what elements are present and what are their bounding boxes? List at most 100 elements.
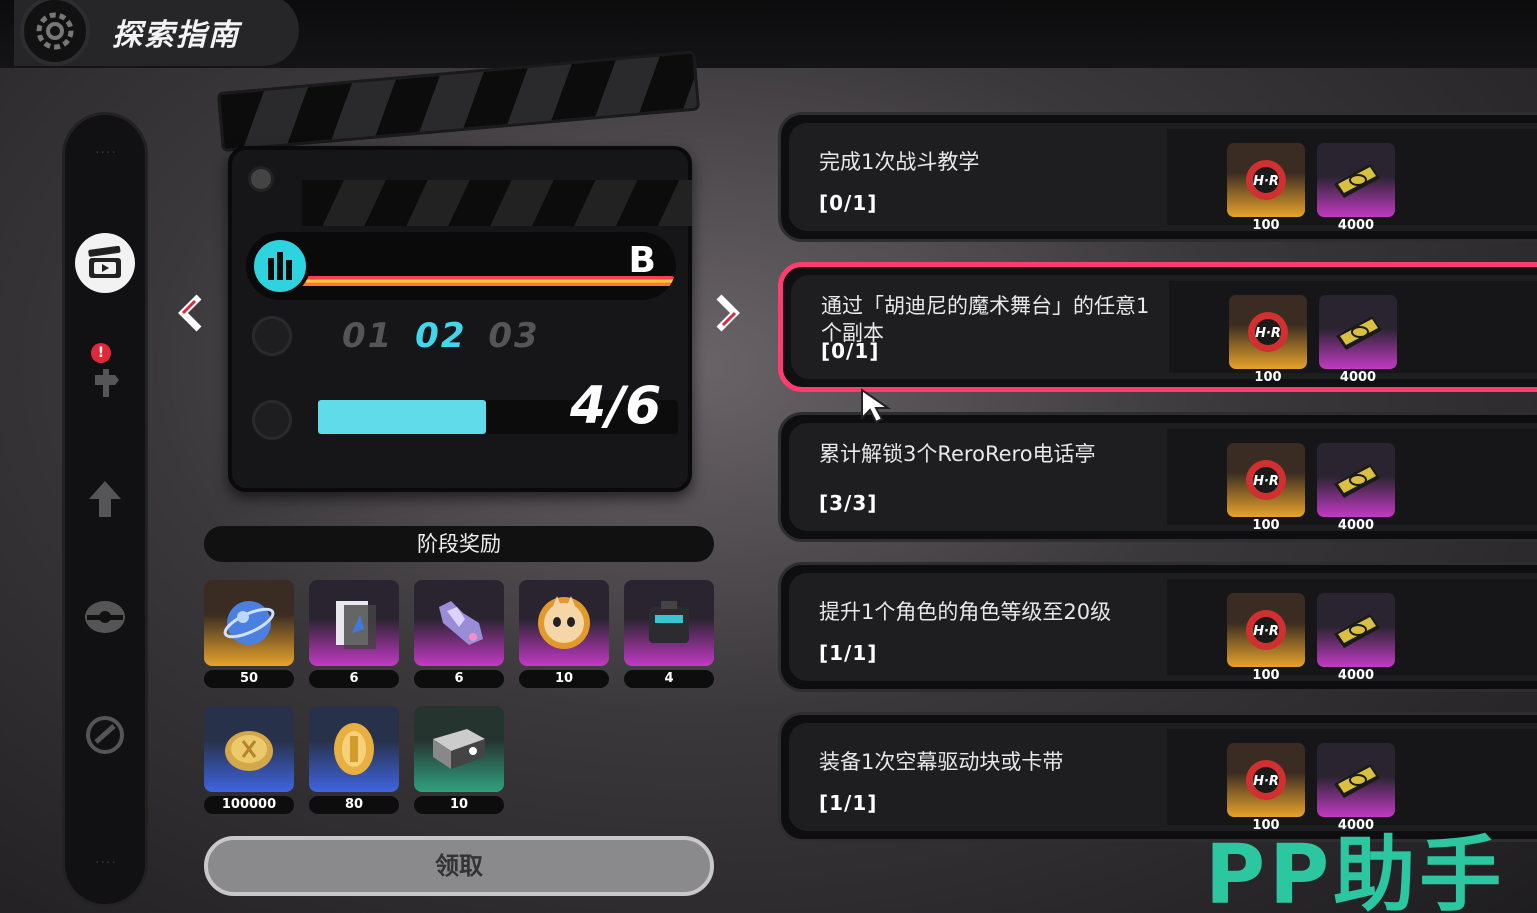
stage-reward-item[interactable]: 80 [309,706,399,814]
page-title: 探索指南 [112,18,240,53]
sidebar-item-bangboo[interactable] [75,587,135,647]
mission-rewards: H·R 100 4000 [1167,429,1537,533]
stage-reward-item[interactable]: 10 [519,580,609,688]
arrow-up-icon [89,481,121,517]
tape-ticket-icon [1317,593,1395,667]
mission-rewards: H·R 100 4000 [1169,281,1537,385]
claim-button[interactable]: 领取 [204,836,714,896]
skill-material-icon [309,580,399,666]
city-logo-icon [250,236,310,296]
stage-03[interactable]: 03 [488,316,539,356]
prev-arrow-button[interactable] [170,290,210,336]
reward-count: 4000 [1337,218,1375,233]
sidebar: ···· ! ···· [62,112,148,907]
sidebar-item-upgrade[interactable] [75,469,135,529]
mission-card[interactable]: 完成1次战斗教学 [0/1] H·R 100 4000 [778,112,1537,242]
mission-reward-item[interactable]: H·R 100 [1229,295,1307,385]
mission-reward-item[interactable]: H·R 100 [1227,443,1305,533]
mission-card[interactable]: 通过「胡迪尼的魔术舞台」的任意1个副本 [0/1] H·R 100 4000 [778,262,1537,392]
mission-reward-item[interactable]: 4000 [1317,593,1395,683]
watermark-logo: PP助手 [1205,828,1506,913]
mission-progress: [1/1] [819,791,878,815]
sidebar-grip-bottom: ···· [95,855,117,871]
mission-inner: 完成1次战斗教学 [0/1] H·R 100 4000 [789,123,1537,233]
stage-reward-item[interactable]: 100000 [204,706,294,814]
reward-count: 4000 [1337,668,1375,683]
reward-count: 6 [414,670,504,688]
mission-description: 累计解锁3个ReroRero电话亭 [819,442,1096,466]
sidebar-item-commission[interactable]: ! [75,343,135,413]
reward-count: 4000 [1337,518,1375,533]
hunter-badge-icon: H·R [1227,593,1305,667]
reward-count: 10 [519,670,609,688]
reward-count: 100 [1252,518,1280,533]
mission-inner: 提升1个角色的角色等级至20级 [1/1] H·R 100 4000 [789,573,1537,683]
mission-reward-item[interactable]: 4000 [1317,443,1395,533]
svg-text:H·R: H·R [1253,174,1279,189]
tape-ticket-icon [1317,443,1395,517]
tape-box-icon [414,706,504,792]
mission-progress: [0/1] [819,191,878,215]
reward-count: 4000 [1339,370,1377,385]
hunter-badge-icon: H·R [1227,443,1305,517]
mission-reward-item[interactable]: H·R 100 [1227,143,1305,233]
next-arrow-button[interactable] [708,290,748,336]
hunter-badge-icon: H·R [1227,743,1305,817]
top-bar: 探索指南 [0,0,1537,68]
mission-reward-item[interactable]: 4000 [1319,295,1397,385]
polychrome-orb-icon [204,580,294,666]
stage-indicator: 01 02 03 [342,316,548,356]
mission-progress: [1/1] [819,641,878,665]
mission-description: 装备1次空幕驱动块或卡带 [819,750,1064,774]
reward-count: 4 [624,670,714,688]
reward-count: 50 [204,670,294,688]
mission-progress: [3/3] [819,491,878,515]
svg-text:H·R: H·R [1253,474,1279,489]
stage-reward-item[interactable]: 6 [309,580,399,688]
gold-coin-icon [309,706,399,792]
clapperboard-icon [88,246,121,278]
tape-ticket-icon [1319,295,1397,369]
screw-icon [248,166,274,192]
reward-count: 100000 [204,796,294,814]
rating-bar: B [246,232,676,300]
mission-progress: [0/1] [821,339,880,363]
rating-stripe [276,276,676,286]
stage-rewards-title: 阶段奖励 [204,526,714,562]
sidebar-item-clapperboard[interactable] [75,233,135,293]
mission-reward-item[interactable]: 4000 [1317,143,1395,233]
mission-inner: 累计解锁3个ReroRero电话亭 [3/3] H·R 100 4000 [789,423,1537,533]
svg-text:H·R: H·R [1255,326,1281,341]
clapperboard-stripes [302,180,692,226]
stage-reward-item[interactable]: 10 [414,706,504,814]
mission-rewards: H·R 100 4000 [1167,129,1537,233]
reward-count: 100 [1252,668,1280,683]
tape-ticket-icon [1317,743,1395,817]
reward-count: 80 [309,796,399,814]
grade-label: B [628,240,656,281]
hunter-badge-icon: H·R [1229,295,1307,369]
signpost-icon [95,369,119,397]
stage-01[interactable]: 01 [342,316,393,356]
progress-text: 4/6 [570,376,662,436]
stage-02[interactable]: 02 [415,316,466,356]
mission-card[interactable]: 提升1个角色的角色等级至20级 [1/1] H·R 100 4000 [778,562,1537,692]
clapperboard-card: B 01 02 03 4/6 [228,146,692,492]
hunter-badge-icon: H·R [1227,143,1305,217]
chevron-right-icon [716,294,740,332]
sidebar-grip-top: ···· [95,145,117,161]
sidebar-item-hollow[interactable] [75,705,135,765]
stage-reward-item[interactable]: 4 [624,580,714,688]
stage-reward-item[interactable]: 6 [414,580,504,688]
mission-reward-item[interactable]: H·R 100 [1227,593,1305,683]
record-icon [252,400,292,440]
drive-box-icon [624,580,714,666]
reward-count: 100 [1254,370,1282,385]
stage-reward-item[interactable]: 50 [204,580,294,688]
svg-text:H·R: H·R [1253,774,1279,789]
crystal-cluster-icon [414,580,504,666]
reward-count: 100 [1252,218,1280,233]
mission-card[interactable]: 累计解锁3个ReroRero电话亭 [3/3] H·R 100 4000 [778,412,1537,542]
chevron-left-icon [178,294,202,332]
reward-count: 6 [309,670,399,688]
